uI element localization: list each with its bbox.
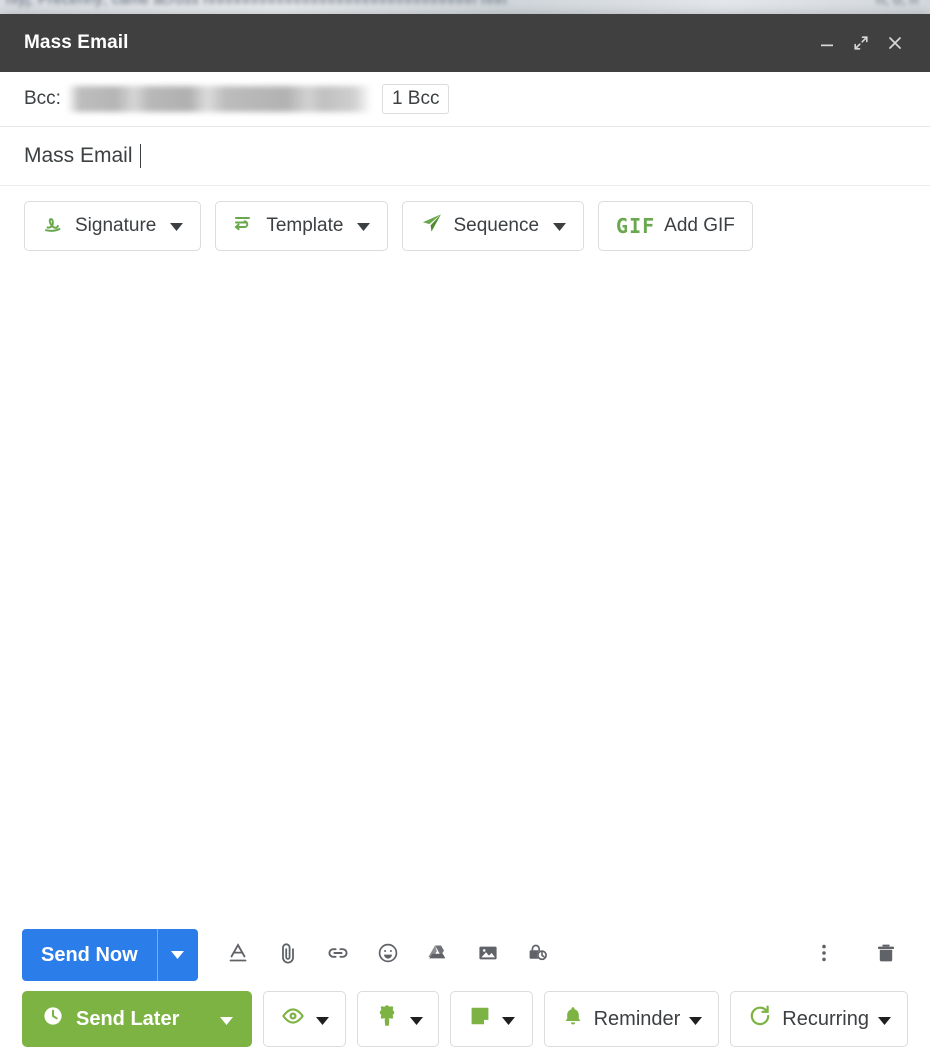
discard-draft-button[interactable] xyxy=(864,931,908,979)
chevron-down-icon xyxy=(409,1008,423,1031)
confidential-mode-icon xyxy=(525,940,551,971)
chevron-down-icon xyxy=(553,215,567,237)
send-later-button[interactable]: Send Later xyxy=(22,991,252,1047)
compose-right-icons xyxy=(802,931,908,979)
background-text-right: n, 0, n xyxy=(876,0,918,8)
sequence-label: Sequence xyxy=(453,215,540,236)
insert-photo-button[interactable] xyxy=(466,931,510,979)
eye-tracking-icon xyxy=(279,1002,307,1036)
chevron-down-icon xyxy=(170,215,184,237)
minimize-button[interactable] xyxy=(810,26,844,60)
attach-file-icon xyxy=(275,940,301,971)
gif-icon: GIF xyxy=(616,214,656,238)
bcc-label: Bcc: xyxy=(24,88,61,109)
background-text-left: nlyj; Precenhy; came across hhhhhhhhhhhh… xyxy=(6,0,507,8)
sequence-icon xyxy=(420,211,444,241)
signature-icon xyxy=(42,211,66,241)
recurring-icon xyxy=(747,1003,773,1035)
notes-button[interactable] xyxy=(450,991,533,1047)
compose-title: Mass Email xyxy=(24,32,129,53)
template-icon xyxy=(233,211,257,241)
expand-button[interactable] xyxy=(844,26,878,60)
chevron-down-icon xyxy=(878,1008,891,1031)
send-options-caret[interactable] xyxy=(156,929,198,981)
compose-insert-icons xyxy=(216,931,560,979)
google-drive-button[interactable] xyxy=(416,931,460,979)
close-icon xyxy=(886,34,904,52)
attach-file-button[interactable] xyxy=(266,931,310,979)
plugin-toolbar: Signature Template Sequence GIF Add GIF xyxy=(0,186,930,265)
chevron-down-icon xyxy=(357,215,371,237)
insert-link-icon xyxy=(325,940,351,971)
template-button[interactable]: Template xyxy=(215,201,389,251)
signature-label: Signature xyxy=(75,215,157,236)
puzzle-icon xyxy=(373,1002,401,1036)
bell-icon xyxy=(561,1004,585,1034)
signature-button[interactable]: Signature xyxy=(24,201,202,251)
bcc-recipient-redacted[interactable] xyxy=(66,86,372,112)
chevron-down-icon xyxy=(220,1008,233,1031)
insert-link-button[interactable] xyxy=(316,931,360,979)
formatting-button[interactable] xyxy=(216,931,260,979)
compose-action-bar: Send Now xyxy=(0,919,930,991)
reminder-label: Reminder xyxy=(593,1007,681,1030)
confidential-mode-button[interactable] xyxy=(516,931,560,979)
insert-emoji-icon xyxy=(375,940,401,971)
text-cursor xyxy=(139,144,141,168)
compose-window: Mass Email Bcc: 1 Bcc Mass Email Signatu… xyxy=(0,14,930,1059)
send-now-label: Send Now xyxy=(41,943,138,966)
note-icon xyxy=(467,1003,493,1035)
integrations-button[interactable] xyxy=(356,991,440,1047)
insert-emoji-button[interactable] xyxy=(366,931,410,979)
bcc-count-chip[interactable]: 1 Bcc xyxy=(381,84,450,114)
chevron-down-icon xyxy=(689,1008,703,1031)
subject-row[interactable]: Mass Email xyxy=(0,127,930,186)
expand-icon xyxy=(852,34,870,52)
send-now-button[interactable]: Send Now xyxy=(22,929,198,981)
message-body[interactable] xyxy=(0,265,930,919)
subject-input[interactable]: Mass Email xyxy=(24,144,133,168)
more-options-button[interactable] xyxy=(802,931,846,979)
chevron-down-icon xyxy=(171,946,185,964)
compose-title-bar: Mass Email xyxy=(0,14,930,72)
chevron-down-icon xyxy=(316,1008,330,1031)
recurring-button[interactable]: Recurring xyxy=(730,991,908,1047)
bcc-row[interactable]: Bcc: 1 Bcc xyxy=(0,72,930,127)
formatting-icon xyxy=(225,940,251,971)
add-gif-label: Add GIF xyxy=(664,215,735,236)
send-later-label: Send Later xyxy=(76,1007,180,1030)
compose-tool-bar: Send Later Reminder Recurring xyxy=(0,991,930,1059)
sequence-button[interactable]: Sequence xyxy=(402,201,585,251)
chevron-down-icon xyxy=(502,1008,516,1031)
email-tracking-button[interactable] xyxy=(263,991,346,1047)
clock-icon xyxy=(41,1004,65,1034)
add-gif-button[interactable]: GIF Add GIF xyxy=(598,201,753,251)
insert-photo-icon xyxy=(475,940,501,971)
recurring-label: Recurring xyxy=(782,1007,869,1030)
template-label: Template xyxy=(266,215,344,236)
close-button[interactable] xyxy=(878,26,912,60)
minimize-icon xyxy=(818,34,836,52)
more-options-icon xyxy=(812,941,836,970)
discard-draft-icon xyxy=(873,940,899,971)
google-drive-icon xyxy=(425,940,451,971)
reminder-button[interactable]: Reminder xyxy=(543,991,720,1047)
